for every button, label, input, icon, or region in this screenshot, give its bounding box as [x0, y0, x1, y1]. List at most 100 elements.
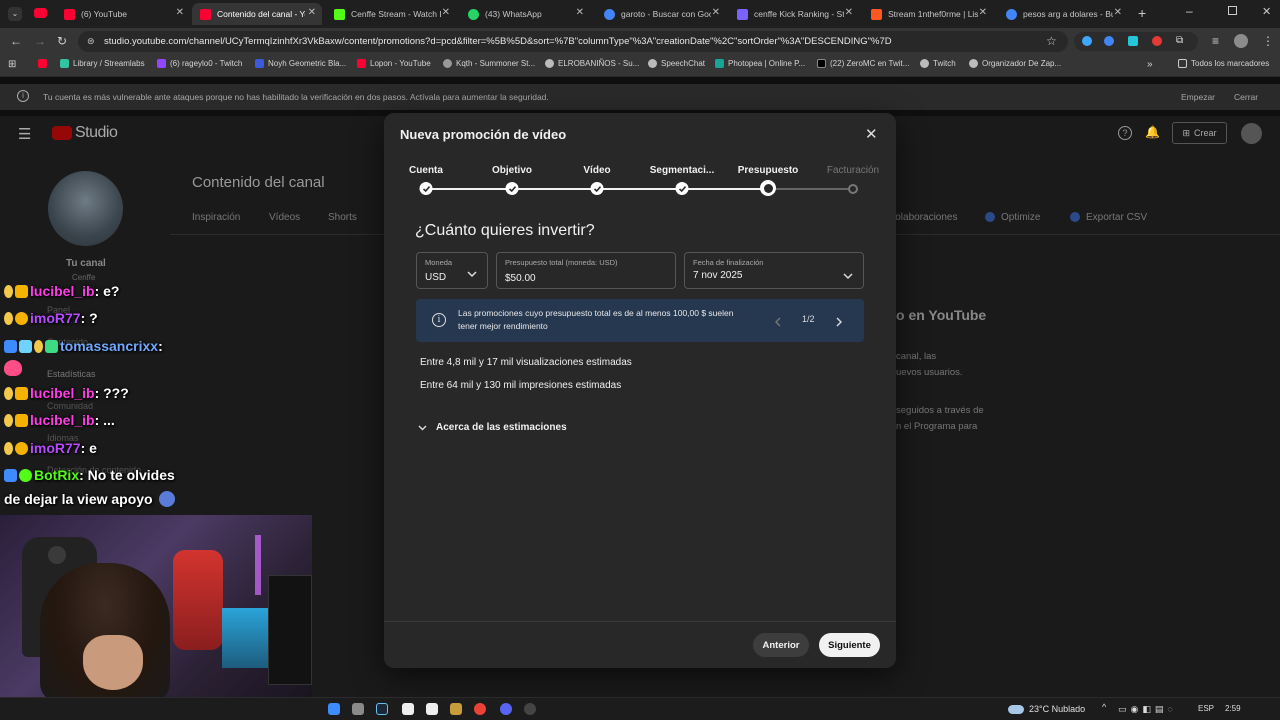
tab-youtube[interactable]: (6) YouTube ✕: [56, 3, 190, 25]
obs-icon[interactable]: [524, 703, 536, 715]
file-explorer-icon[interactable]: [352, 703, 364, 715]
close-icon[interactable]: ✕: [176, 7, 184, 18]
url-input[interactable]: ⊜ studio.youtube.com/channel/UCyTermqIzi…: [78, 31, 1068, 52]
tab-inspiration[interactable]: Inspiración: [192, 212, 240, 223]
chrome-icon[interactable]: [474, 703, 486, 715]
account-avatar[interactable]: [1241, 123, 1262, 144]
create-button[interactable]: ⊞ Crear: [1172, 122, 1227, 144]
tab-shorts[interactable]: Shorts: [328, 212, 357, 223]
extension-icon[interactable]: [1128, 36, 1138, 46]
youtube-icon: [38, 59, 47, 68]
security-close-button[interactable]: Cerrar: [1234, 92, 1258, 102]
tab-whatsapp[interactable]: (43) WhatsApp ✕: [460, 3, 590, 25]
monitor: [222, 608, 272, 668]
end-date-select[interactable]: Fecha de finalización 7 nov 2025: [684, 252, 864, 289]
language-indicator[interactable]: ESP: [1198, 704, 1214, 713]
bookmark-item[interactable]: Noyh Geometric Bla...: [255, 59, 346, 68]
app-icon[interactable]: [450, 703, 462, 715]
bookmark-item[interactable]: Twitch: [920, 59, 956, 68]
step-done-check-icon: [505, 182, 519, 195]
tab-google-pesos[interactable]: pesos arg a dolares - Buscar ✕: [998, 3, 1128, 25]
extension-icon[interactable]: [1104, 36, 1114, 46]
chevron-right-icon[interactable]: [836, 314, 843, 332]
reading-list-icon[interactable]: ≡: [1212, 34, 1219, 48]
heart-emote-icon: [4, 360, 22, 376]
tab-collaborations[interactable]: Colaboraciones: [888, 212, 958, 223]
close-window-icon[interactable]: ✕: [1262, 5, 1271, 18]
close-icon[interactable]: ✕: [1114, 7, 1122, 18]
bookmark-item[interactable]: Kqth - Summoner St...: [443, 59, 535, 68]
new-tab-plus-icon[interactable]: +: [1138, 5, 1146, 21]
audio-extension-icon[interactable]: [1082, 36, 1092, 46]
sidebar-item-analytics[interactable]: Estadísticas: [47, 369, 96, 379]
tab-cenffe-stream[interactable]: Cenffe Stream - Watch Live ✕: [326, 3, 456, 25]
bookmarks-overflow-icon[interactable]: »: [1147, 59, 1153, 70]
bookmark-item[interactable]: Photopea | Online P...: [715, 59, 805, 68]
close-icon[interactable]: ✕: [308, 7, 316, 18]
close-icon[interactable]: ✕: [865, 125, 878, 143]
close-icon[interactable]: ✕: [576, 7, 584, 18]
back-button[interactable]: Anterior: [753, 633, 809, 657]
windows-start-icon[interactable]: [328, 703, 340, 715]
steam-icon[interactable]: [376, 703, 388, 715]
bookmark-item[interactable]: ELROBANIÑOS - Su...: [545, 59, 639, 68]
step-pending-indicator-icon: [848, 184, 858, 194]
bookmark-item[interactable]: (22) ZeroMC en Twit...: [817, 59, 909, 68]
security-start-button[interactable]: Empezar: [1181, 92, 1215, 102]
bookmark-item[interactable]: Lopon - YouTube: [357, 59, 431, 68]
weather-text[interactable]: 23°C Nublado: [1029, 704, 1085, 714]
terminal-icon[interactable]: [426, 703, 438, 715]
close-icon[interactable]: ✕: [979, 7, 987, 18]
sidebar-item-community[interactable]: Comunidad: [47, 401, 93, 411]
discord-icon[interactable]: [500, 703, 512, 715]
hamburger-menu-icon[interactable]: ☰: [18, 125, 31, 143]
puzzle-icon[interactable]: ⧉: [1176, 35, 1183, 46]
tab-optimize[interactable]: Optimize: [1001, 212, 1040, 223]
youtube-pinned-tab[interactable]: [34, 8, 47, 18]
close-icon[interactable]: ✕: [442, 7, 450, 18]
currency-select[interactable]: Moneda USD: [416, 252, 488, 289]
tab-kick-ranking[interactable]: cenffe Kick Ranking - Stats ✕: [729, 3, 859, 25]
youtube-logo[interactable]: [52, 126, 72, 140]
reload-icon[interactable]: ↻: [57, 34, 67, 48]
studio-logo-text: Studio: [75, 124, 118, 141]
tab-videos[interactable]: Vídeos: [269, 212, 300, 223]
forward-arrow-icon[interactable]: →: [34, 34, 46, 48]
apps-grid-icon[interactable]: ⊞: [8, 59, 16, 70]
banana-badge-icon: [4, 386, 13, 400]
create-plus-icon: ⊞: [1182, 127, 1191, 138]
about-estimates-toggle[interactable]: Acerca de las estimaciones: [418, 418, 567, 436]
menu-dots-icon[interactable]: ⋮: [1262, 34, 1274, 48]
profile-avatar[interactable]: [1234, 34, 1248, 48]
tab-google-garoto[interactable]: garoto - Buscar con Google ✕: [596, 3, 726, 25]
tab-contenido-del-canal[interactable]: Contenido del canal - YouTube ✕: [192, 3, 322, 25]
tab-stream-list[interactable]: Stream 1nthef0rme | List ✕: [863, 3, 993, 25]
all-bookmarks[interactable]: Todos los marcadores: [1178, 59, 1269, 68]
bookmark-star-icon[interactable]: ☆: [1046, 34, 1057, 48]
help-icon[interactable]: ?: [1118, 126, 1132, 140]
chevron-left-icon[interactable]: [774, 314, 781, 332]
extension-icon[interactable]: [1152, 36, 1162, 46]
close-icon[interactable]: ✕: [712, 7, 720, 18]
next-button[interactable]: Siguiente: [819, 633, 880, 657]
channel-avatar[interactable]: [48, 171, 123, 246]
restore-icon[interactable]: [1228, 6, 1237, 15]
tab-export-csv[interactable]: Exportar CSV: [1086, 212, 1147, 223]
close-icon[interactable]: ✕: [845, 7, 853, 18]
bookmark-youtube[interactable]: [38, 59, 51, 68]
tab-search-icon[interactable]: ⌄: [8, 7, 22, 21]
clock[interactable]: 2:59: [1225, 704, 1241, 713]
app-icon[interactable]: [402, 703, 414, 715]
bookmark-item[interactable]: Organizador De Zap...: [969, 59, 1061, 68]
bookmark-item[interactable]: Library / Streamlabs: [60, 59, 145, 68]
back-arrow-icon[interactable]: ←: [10, 34, 22, 48]
tray-chevron-up-icon[interactable]: ^: [1102, 702, 1106, 712]
bell-icon[interactable]: 🔔: [1145, 125, 1160, 139]
tray-icons[interactable]: ▭◉◧▤◌: [1118, 704, 1177, 715]
budget-input[interactable]: Presupuesto total (moneda: USD) $50.00: [496, 252, 676, 289]
minimize-icon[interactable]: –: [1186, 4, 1193, 18]
bookmark-item[interactable]: (6) rageylo0 - Twitch: [157, 59, 242, 68]
chat-username: tomassancrixx: [60, 338, 159, 354]
bookmark-item[interactable]: SpeechChat: [648, 59, 705, 68]
site-info-icon[interactable]: ⊜: [87, 31, 95, 52]
